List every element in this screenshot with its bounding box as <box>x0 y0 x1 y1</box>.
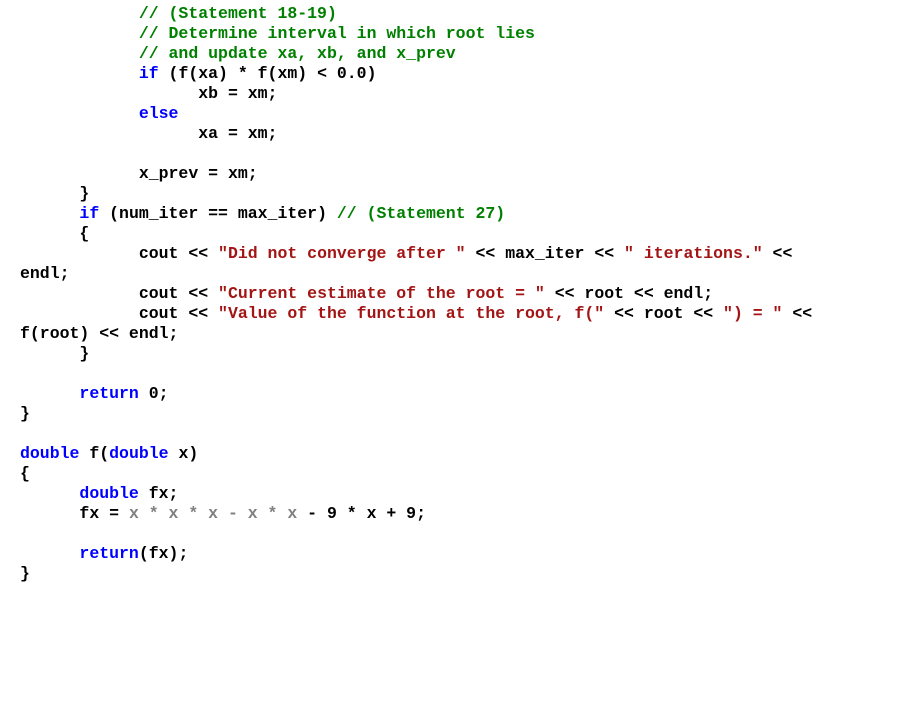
keyword-double: double <box>109 444 168 463</box>
code-text: ) <box>367 64 377 83</box>
code-text: << max_iter << <box>466 244 624 263</box>
code-text: xa = xm; <box>198 124 277 143</box>
code-text: xb = xm; <box>198 84 277 103</box>
string-literal: "Current estimate of the root = " <box>218 284 545 303</box>
code-line: } <box>20 344 89 363</box>
brace: } <box>79 344 89 363</box>
code-line: cout << "Did not converge after " << max… <box>20 244 792 263</box>
code-line: return 0; <box>20 384 169 403</box>
string-literal: " iterations." <box>624 244 763 263</box>
code-line <box>20 364 30 383</box>
code-line: else <box>20 104 178 123</box>
code-line <box>20 424 30 443</box>
code-line: // Determine interval in which root lies <box>20 24 535 43</box>
keyword-double: double <box>20 444 79 463</box>
code-line <box>20 524 30 543</box>
code-text: fx; <box>139 484 179 503</box>
keyword-else: else <box>139 104 179 123</box>
code-line: // and update xa, xb, and x_prev <box>20 44 456 63</box>
code-line: endl; <box>20 264 70 283</box>
code-line <box>20 144 30 163</box>
code-text: fx = <box>79 504 129 523</box>
code-text: cout << <box>139 284 218 303</box>
code-line: { <box>20 464 30 483</box>
code-text: (num_iter == max_iter) <box>99 204 337 223</box>
code-line: double fx; <box>20 484 178 503</box>
code-text: x_prev = xm; <box>139 164 258 183</box>
brace: } <box>20 564 30 583</box>
number-literal: 0.0 <box>337 64 367 83</box>
code-text: f( <box>79 444 109 463</box>
code-line: if (num_iter == max_iter) // (Statement … <box>20 204 505 223</box>
code-text: endl; <box>20 264 70 283</box>
keyword-double: double <box>79 484 138 503</box>
code-text-dim: x * x * x - x * x <box>129 504 297 523</box>
keyword-if: if <box>139 64 159 83</box>
brace: } <box>20 404 30 423</box>
code-text: << <box>782 304 812 323</box>
code-line: // (Statement 18-19) <box>20 4 337 23</box>
code-line: return(fx); <box>20 544 188 563</box>
brace: { <box>20 464 30 483</box>
code-text: f(root) << endl; <box>20 324 178 343</box>
code-text: x) <box>169 444 199 463</box>
code-line: cout << "Current estimate of the root = … <box>20 284 713 303</box>
code-text: cout << <box>139 244 218 263</box>
code-line: x_prev = xm; <box>20 164 258 183</box>
code-line: f(root) << endl; <box>20 324 178 343</box>
brace: } <box>79 184 89 203</box>
code-line: if (f(xa) * f(xm) < 0.0) <box>20 64 377 83</box>
comment: // and update xa, xb, and x_prev <box>139 44 456 63</box>
comment: // (Statement 18-19) <box>139 4 337 23</box>
comment: // Determine interval in which root lies <box>139 24 535 43</box>
string-literal: ") = " <box>723 304 782 323</box>
keyword-return: return <box>79 384 138 403</box>
code-line: xb = xm; <box>20 84 277 103</box>
code-text: (f(xa) * f(xm) < <box>159 64 337 83</box>
code-text: << root << <box>604 304 723 323</box>
code-line: cout << "Value of the function at the ro… <box>20 304 812 323</box>
keyword-return: return <box>79 544 138 563</box>
brace: { <box>79 224 89 243</box>
code-line: fx = x * x * x - x * x - 9 * x + 9; <box>20 504 426 523</box>
code-text: << <box>763 244 793 263</box>
string-literal: "Value of the function at the root, f(" <box>218 304 604 323</box>
keyword-if: if <box>79 204 99 223</box>
code-line: xa = xm; <box>20 124 277 143</box>
string-literal: "Did not converge after " <box>218 244 466 263</box>
code-text: (fx); <box>139 544 189 563</box>
code-line: } <box>20 564 30 583</box>
code-line: } <box>20 184 89 203</box>
code-line: { <box>20 224 89 243</box>
code-text: cout << <box>139 304 218 323</box>
code-text: << root << endl; <box>545 284 713 303</box>
code-block: // (Statement 18-19) // Determine interv… <box>20 4 915 584</box>
code-text: 0; <box>139 384 169 403</box>
code-text: - 9 * x + 9; <box>297 504 426 523</box>
code-line: } <box>20 404 30 423</box>
comment: // (Statement 27) <box>337 204 505 223</box>
code-line: double f(double x) <box>20 444 198 463</box>
